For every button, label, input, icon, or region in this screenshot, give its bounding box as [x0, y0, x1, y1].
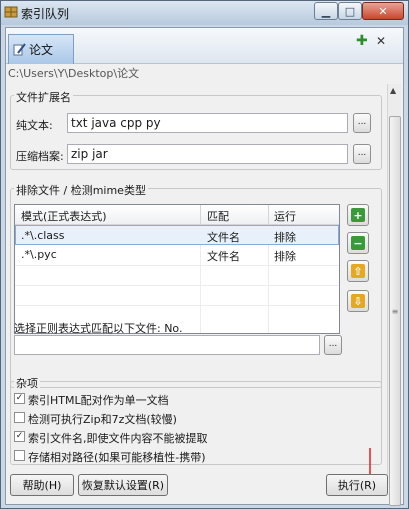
option-label[interactable]: 索引HTML配对作为单一文档 — [28, 392, 169, 408]
option-checkbox[interactable]: ✓ — [14, 431, 25, 442]
pencil-doc-icon — [13, 43, 26, 56]
close-tab-icon[interactable]: ✕ — [376, 34, 386, 48]
row-pattern: .*\.pyc — [21, 248, 57, 261]
grid-line — [15, 265, 339, 266]
minimize-icon: ▁ — [321, 4, 331, 18]
archive-input[interactable]: zip jar — [67, 144, 348, 164]
tab-label: 论文 — [29, 43, 54, 57]
file-extensions-title: 文件扩展名 — [14, 89, 73, 105]
archive-label: 压缩档案: — [16, 150, 64, 163]
column-match[interactable]: 匹配 — [207, 208, 229, 224]
arrow-up-icon: ⇧ — [351, 264, 365, 278]
app-icon — [4, 6, 18, 18]
maximize-button[interactable]: □ — [338, 2, 362, 20]
check-icon: ✓ — [15, 393, 24, 403]
row-action: 排除 — [274, 231, 296, 244]
column-pattern[interactable]: 模式(正式表达式) — [21, 208, 107, 224]
plain-text-input[interactable]: txt java cpp py — [67, 113, 348, 133]
add-tab-icon[interactable]: ✚ — [356, 34, 368, 48]
regex-input[interactable] — [14, 335, 320, 355]
add-rule-button[interactable]: + — [347, 204, 369, 226]
help-button[interactable]: 帮助(H) — [10, 474, 74, 496]
regex-browse-button[interactable]: ... — [324, 335, 342, 355]
grid-line — [15, 285, 339, 286]
remove-rule-button[interactable]: − — [347, 232, 369, 254]
row-action: 排除 — [274, 250, 296, 263]
regex-label: 选择正则表达式匹配以下文件: No. — [14, 322, 183, 335]
maximize-icon: □ — [344, 4, 356, 18]
move-up-button[interactable]: ⇧ — [347, 260, 369, 282]
row-match: 文件名 — [207, 231, 240, 244]
close-icon: ✕ — [378, 4, 388, 18]
table-row[interactable]: .*\.pyc 文件名 排除 — [15, 245, 339, 265]
column-action[interactable]: 运行 — [274, 208, 296, 224]
misc-title: 杂项 — [14, 375, 40, 391]
run-button[interactable]: 执行(R) — [326, 474, 388, 496]
exclude-title: 排除文件 / 检测mime类型 — [14, 182, 148, 198]
check-icon: ✓ — [15, 431, 24, 441]
table-row[interactable]: .*\.class 文件名 排除 — [15, 225, 339, 245]
title-bar[interactable]: 索引队列 ▁ □ ✕ — [1, 1, 408, 25]
scroll-thumb[interactable]: ≡ — [389, 116, 401, 506]
scroll-up-icon[interactable]: ▲ — [390, 86, 396, 95]
row-match: 文件名 — [207, 250, 240, 263]
minimize-button[interactable]: ▁ — [314, 2, 338, 20]
plain-text-browse-button[interactable]: ... — [353, 113, 371, 133]
window: 索引队列 ▁ □ ✕ 论文 ✚ ✕ C:\Users\Y\Desktop\论文 … — [0, 0, 409, 509]
plain-text-label: 纯文本: — [16, 119, 53, 132]
folder-path: C:\Users\Y\Desktop\论文 — [6, 65, 403, 82]
window-title: 索引队列 — [21, 7, 70, 21]
row-pattern: .*\.class — [21, 229, 65, 242]
header-divider — [268, 205, 269, 225]
move-down-button[interactable]: ⇩ — [347, 290, 369, 312]
header-divider — [200, 205, 201, 225]
tab-bar: 论文 ✚ ✕ — [6, 28, 403, 64]
archive-browse-button[interactable]: ... — [353, 144, 371, 164]
client-area: 论文 ✚ ✕ C:\Users\Y\Desktop\论文 ▲ ≡ 文件扩展名 纯… — [5, 27, 404, 506]
option-label[interactable]: 存储相对路径(如果可能移植性-携带) — [28, 449, 206, 465]
option-checkbox[interactable]: ✓ — [14, 393, 25, 404]
close-button[interactable]: ✕ — [362, 2, 404, 20]
option-label[interactable]: 检测可执行Zip和7z文档(较慢) — [28, 411, 177, 427]
plus-icon: + — [351, 208, 365, 222]
vertical-scrollbar[interactable]: ▲ ≡ — [387, 84, 401, 506]
option-label[interactable]: 索引文件名,即使文件内容不能被提取 — [28, 430, 208, 446]
tab-paper[interactable]: 论文 — [8, 34, 74, 64]
option-checkbox[interactable] — [14, 412, 25, 423]
exclude-table: 模式(正式表达式) 匹配 运行 .*\.class 文件名 排除 .*\.pyc… — [14, 204, 340, 334]
grid-line — [15, 305, 339, 306]
minus-icon: − — [351, 236, 365, 250]
restore-defaults-button[interactable]: 恢复默认设置(R) — [78, 474, 168, 496]
arrow-down-icon: ⇩ — [351, 294, 365, 308]
table-header: 模式(正式表达式) 匹配 运行 — [15, 205, 339, 225]
option-checkbox[interactable] — [14, 450, 25, 461]
